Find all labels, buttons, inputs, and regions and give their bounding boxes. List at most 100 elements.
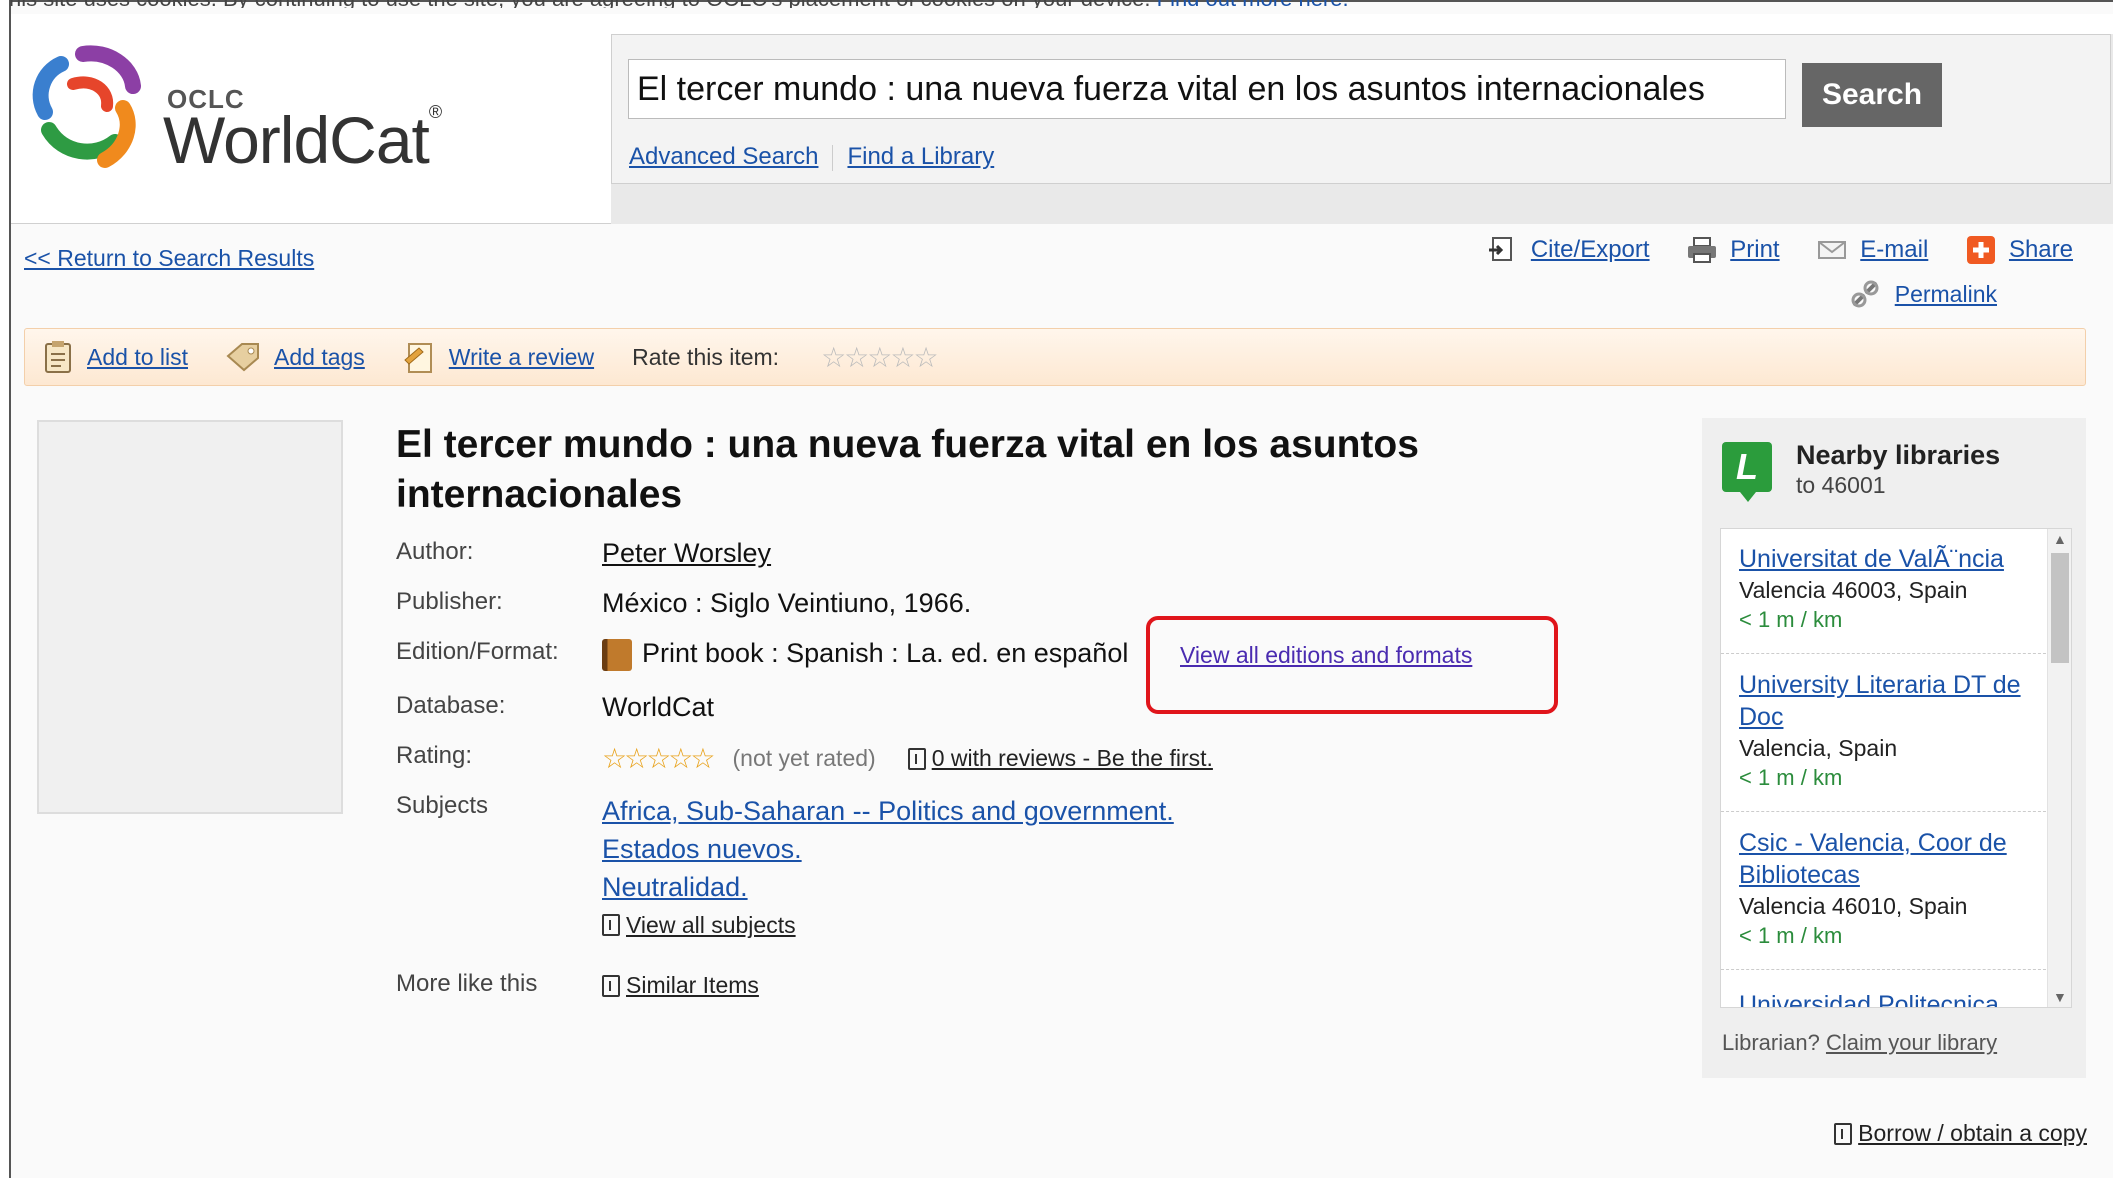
database-label: Database: (396, 692, 506, 719)
claim-library-link[interactable]: Claim your library (1826, 1030, 1997, 1055)
rate-stars-input[interactable]: ☆☆☆☆☆ (821, 341, 939, 374)
cover-image-placeholder (37, 420, 343, 814)
subject-link[interactable]: Estados nuevos. (602, 830, 1174, 868)
library-name-link[interactable]: University Literaria DT de Doc (1739, 669, 2039, 733)
share-plus-icon (1966, 236, 1995, 264)
site-header: OCLC WorldCat® Search Advanced Search Fin… (11, 14, 2113, 224)
edition-value: Print book : Spanish : La. ed. en españo… (602, 638, 1148, 671)
search-input[interactable] (628, 59, 1786, 119)
permalink-tool[interactable]: Permalink (1849, 278, 1997, 310)
borrow-copy-link[interactable]: Borrow / obtain a copy (1858, 1120, 2087, 1147)
action-bar: Add to list Add tags Write a review Rate… (24, 328, 2086, 386)
rating-value: ☆☆☆☆☆ (not yet rated) 0 with reviews - B… (602, 742, 1213, 775)
record-tools: Cite/Export Print E-mail Share (1457, 236, 2073, 271)
list-divider (1721, 969, 2051, 970)
nearby-library-list[interactable]: Universitat de ValÃ¨ncia Valencia 46003,… (1720, 528, 2072, 1008)
list-item: Universitat de ValÃ¨ncia Valencia 46003,… (1739, 543, 2039, 635)
share-link[interactable]: Share (2009, 236, 2073, 264)
nearby-subtitle: to 46001 (1796, 472, 1886, 498)
scroll-up-icon[interactable]: ▲ (2053, 531, 2067, 547)
record-title: El tercer mundo : una nueva fuerza vital… (396, 423, 1419, 516)
logo-worldcat-text: WorldCat® (163, 102, 442, 178)
print-tool[interactable]: Print (1686, 236, 1780, 264)
publisher-label: Publisher: (396, 588, 503, 615)
email-tool[interactable]: E-mail (1816, 236, 1928, 264)
subject-link[interactable]: Africa, Sub-Saharan -- Politics and gove… (602, 792, 1174, 830)
search-panel: Search Advanced Search Find a Library (611, 34, 2111, 184)
worldcat-logo[interactable]: OCLC WorldCat® (23, 44, 443, 184)
scrollbar-thumb[interactable] (2051, 553, 2069, 663)
rate-item-label: Rate this item: (632, 343, 780, 370)
cite-export-tool[interactable]: Cite/Export (1487, 236, 1650, 264)
more-like-this-row: More like this Similar Items (396, 970, 1596, 1010)
subjects-doc-icon (602, 914, 620, 936)
author-label: Author: (396, 538, 474, 565)
worldcat-swirl-icon (32, 45, 141, 168)
list-divider (1721, 653, 2051, 654)
list-icon (45, 341, 71, 373)
subjects-row: Subjects Africa, Sub-Saharan -- Politics… (396, 792, 1596, 962)
permalink-link[interactable]: Permalink (1895, 281, 1997, 308)
author-link[interactable]: Peter Worsley (602, 538, 771, 569)
subjects-list: Africa, Sub-Saharan -- Politics and gove… (602, 792, 1174, 944)
cookie-text: his site uses cookies. By continuing to … (9, 0, 1151, 8)
view-all-subjects-group[interactable]: View all subjects (602, 906, 1174, 944)
highlight-annotation-box (1146, 616, 1558, 714)
rating-stars: ☆☆☆☆☆ (602, 743, 716, 774)
borrow-copy-group[interactable]: Borrow / obtain a copy (1834, 1120, 2087, 1147)
list-item: Csic - Valencia, Coor de Bibliotecas Val… (1739, 827, 2039, 951)
library-address: Valencia 46003, Spain (1739, 577, 1968, 603)
cite-export-link[interactable]: Cite/Export (1531, 236, 1650, 264)
list-item: University Literaria DT de Doc Valencia,… (1739, 669, 2039, 793)
write-review-link[interactable]: Write a review (449, 344, 594, 371)
find-library-link[interactable]: Find a Library (847, 143, 994, 170)
envelope-icon (1818, 241, 1847, 259)
library-address: Valencia 46010, Spain (1739, 893, 1968, 919)
similar-doc-icon (602, 974, 620, 997)
write-review-action[interactable]: Write a review (403, 340, 594, 374)
return-to-results-link[interactable]: << Return to Search Results (24, 245, 314, 272)
add-tags-link[interactable]: Add tags (274, 344, 365, 371)
publisher-value: México : Siglo Veintiuno, 1966. (602, 588, 972, 618)
similar-items-link[interactable]: Similar Items (626, 972, 759, 999)
list-divider (1721, 811, 2051, 812)
printer-icon (1688, 237, 1717, 263)
rating-label: Rating: (396, 742, 473, 769)
search-sublinks: Advanced Search Find a Library (629, 143, 994, 171)
librarian-label: Librarian? (1722, 1030, 1820, 1055)
more-like-this-label: More like this (396, 970, 538, 997)
review-pencil-icon (404, 343, 432, 373)
advanced-search-link[interactable]: Advanced Search (629, 143, 818, 170)
scroll-down-icon[interactable]: ▼ (2053, 989, 2067, 1005)
borrow-doc-icon (1834, 1122, 1853, 1145)
add-to-list-link[interactable]: Add to list (87, 344, 188, 371)
tag-icon (226, 343, 259, 372)
library-distance: < 1 m / km (1739, 923, 1843, 948)
library-name-link[interactable]: Csic - Valencia, Coor de Bibliotecas (1739, 827, 2039, 891)
print-link[interactable]: Print (1730, 236, 1779, 264)
subject-link[interactable]: Neutralidad. (602, 868, 1174, 906)
database-value: WorldCat (602, 692, 715, 722)
reviews-link[interactable]: 0 with reviews - Be the first. (932, 745, 1213, 772)
similar-items-group[interactable]: Similar Items (602, 972, 759, 999)
library-name-link[interactable]: Universitat de ValÃ¨ncia (1739, 543, 2039, 575)
library-distance: < 1 m / km (1739, 765, 1843, 790)
library-pin-icon: L (1722, 442, 1772, 502)
rating-note: (not yet rated) (732, 745, 876, 771)
print-book-icon (602, 638, 632, 671)
reviews-link-group[interactable]: 0 with reviews - Be the first. (907, 745, 1213, 772)
email-link[interactable]: E-mail (1860, 236, 1928, 264)
add-to-list-action[interactable]: Add to list (43, 340, 188, 374)
view-all-subjects-link[interactable]: View all subjects (626, 906, 796, 944)
add-tags-action[interactable]: Add tags (226, 342, 365, 372)
cookie-more-link[interactable]: Find out more here. (1157, 0, 1349, 8)
library-name-link[interactable]: Universidad Politecnica (1739, 989, 2039, 1007)
edition-text: Print book : Spanish : La. ed. en españo… (642, 638, 1129, 668)
search-button[interactable]: Search (1802, 63, 1942, 127)
subjects-label: Subjects (396, 792, 489, 819)
list-scrollbar[interactable]: ▲ ▼ (2047, 529, 2071, 1007)
share-tool[interactable]: Share (1965, 236, 2073, 264)
author-row: Author: Peter Worsley (396, 538, 1596, 578)
cite-export-icon (1488, 237, 1512, 261)
edition-label: Edition/Format: (396, 638, 559, 665)
